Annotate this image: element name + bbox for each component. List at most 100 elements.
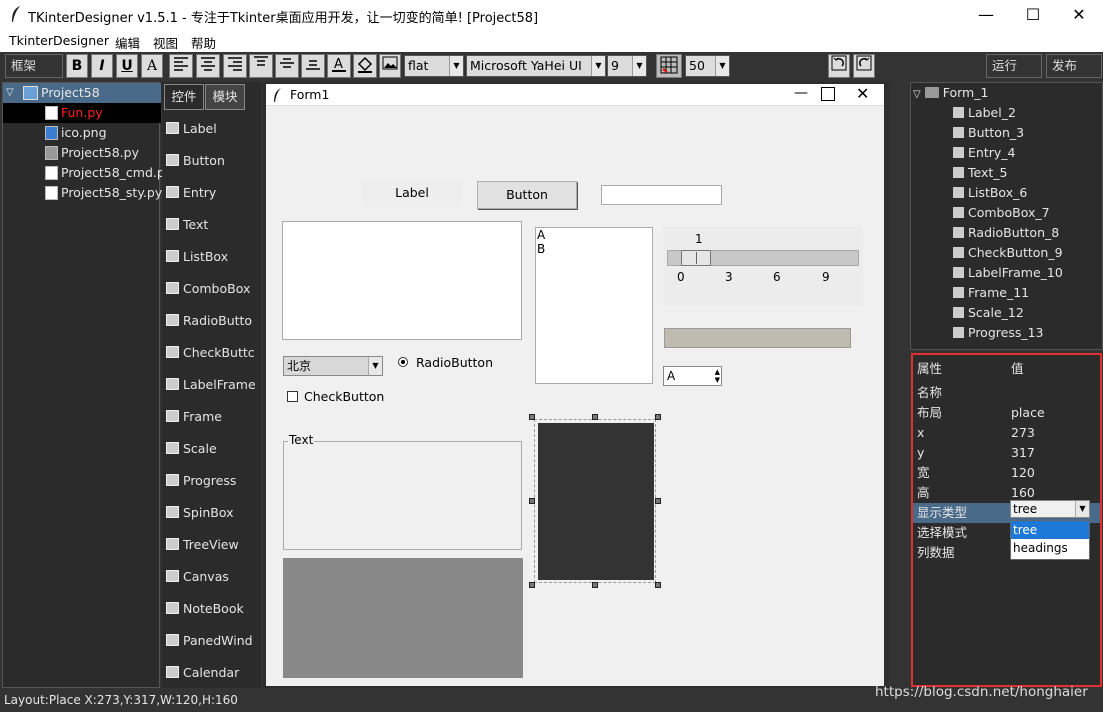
redo-icon[interactable] [853,54,875,78]
control-item[interactable]: PanedWind [166,630,253,652]
undo-icon[interactable] [828,54,850,78]
property-row[interactable]: 布局 place [913,403,1100,423]
property-value[interactable]: 317 [1011,443,1035,463]
control-item[interactable]: ComboBox [166,278,250,300]
resize-handle[interactable] [655,414,661,420]
list-item[interactable]: B [537,242,652,256]
menu-edit[interactable]: 编辑 [115,33,140,52]
form-radiobutton[interactable]: RadioButton [398,355,493,370]
resize-handle[interactable] [592,414,598,420]
property-value[interactable]: 120 [1011,463,1035,483]
valign-top-icon[interactable] [249,54,273,78]
form-spinbox[interactable]: A ▲ ▼ [663,366,722,386]
form-button[interactable]: Button [477,181,577,209]
widget-tree-item[interactable]: Entry_4 [953,143,1015,163]
grid-size-select[interactable]: 50 ▼ [685,55,730,77]
form-combobox[interactable]: 北京 ▼ [283,356,383,376]
tab-modules[interactable]: 模块 [205,84,245,110]
widget-tree-item[interactable]: Text_5 [953,163,1007,183]
control-item[interactable]: ListBox [166,246,228,268]
control-item[interactable]: Entry [166,182,216,204]
control-item[interactable]: RadioButto [166,310,252,332]
property-row[interactable]: x 273 [913,423,1100,443]
underline-button[interactable]: U [116,54,138,78]
form-close-icon[interactable]: ✕ [856,84,869,103]
property-row[interactable]: y 317 [913,443,1100,463]
font-family-select[interactable]: Microsoft YaHei UI ▼ [466,55,606,77]
form-minimize-icon[interactable]: — [794,85,808,101]
property-row[interactable]: 名称 [913,383,1100,403]
control-item[interactable]: Scale [166,438,217,460]
align-left-icon[interactable] [169,54,193,78]
widget-tree-item[interactable]: Frame_11 [953,283,1029,303]
file-item-sty[interactable]: Project58_sty.py [3,183,162,203]
minimize-button[interactable]: — [963,0,1009,30]
dropdown-option[interactable]: tree [1011,521,1089,539]
grid-toggle-icon[interactable] [656,54,682,78]
widget-tree-item[interactable]: Label_2 [953,103,1016,123]
form-listbox[interactable]: A B [535,227,653,384]
display-type-dropdown[interactable]: tree headings [1010,520,1090,560]
display-type-select[interactable]: tree ▼ [1010,500,1090,518]
run-button[interactable]: 运行 [986,54,1042,78]
italic-button[interactable]: I [91,54,113,78]
control-item[interactable]: Text [166,214,208,236]
file-item-project[interactable]: Project58.py [3,143,161,163]
valign-middle-icon[interactable] [275,54,299,78]
valign-bottom-icon[interactable] [301,54,325,78]
font-size-select[interactable]: 9 ▼ [607,55,647,77]
form-labelframe[interactable]: Text [283,433,522,550]
control-item[interactable]: SpinBox [166,502,234,524]
control-item[interactable]: Button [166,150,225,172]
menu-tkinterdesigner[interactable]: TkinterDesigner [9,33,109,48]
widget-tree-root[interactable]: ▽ Form_1 [913,83,988,103]
fill-color-icon[interactable] [353,54,377,78]
property-value[interactable]: 273 [1011,423,1035,443]
maximize-button[interactable]: ☐ [1010,0,1056,30]
project-root[interactable]: ▽ Project58 [3,83,161,103]
widget-tree-item[interactable]: RadioButton_8 [953,223,1059,243]
property-value[interactable]: place [1011,403,1045,423]
file-item-ico[interactable]: ico.png [3,123,161,143]
form-label[interactable]: Label [362,182,462,204]
resize-handle[interactable] [655,582,661,588]
widget-tree-item[interactable]: CheckButton_9 [953,243,1063,263]
close-button[interactable]: ✕ [1056,0,1102,30]
dropdown-option[interactable]: headings [1011,539,1089,557]
resize-handle[interactable] [529,582,535,588]
tab-controls[interactable]: 控件 [164,84,204,110]
control-item[interactable]: Canvas [166,566,229,588]
scale-slider[interactable] [681,250,711,266]
bold-button[interactable]: B [66,54,88,78]
widget-tree-item[interactable]: Scale_12 [953,303,1024,323]
resize-handle[interactable] [529,498,535,504]
form-frame[interactable] [283,558,523,678]
file-item-fun[interactable]: Fun.py [3,103,161,123]
control-item[interactable]: Calendar [166,662,239,684]
resize-handle[interactable] [592,582,598,588]
widget-tree-item[interactable]: ComboBox_7 [953,203,1050,223]
control-item[interactable]: Progress [166,470,236,492]
form-entry[interactable] [601,185,722,205]
image-icon[interactable] [379,54,401,78]
control-item[interactable]: TreeView [166,534,239,556]
control-item[interactable]: NoteBook [166,598,244,620]
list-item[interactable]: A [537,228,652,242]
form-checkbutton[interactable]: CheckButton [287,389,384,404]
form-maximize-icon[interactable] [821,87,835,101]
widget-tree-item[interactable]: Button_3 [953,123,1024,143]
control-item[interactable]: Label [166,118,217,140]
control-item[interactable]: LabelFrame [166,374,256,396]
form-treeview[interactable] [538,423,654,580]
resize-handle[interactable] [529,414,535,420]
spin-arrows-icon[interactable]: ▲ ▼ [715,368,720,384]
form-text[interactable] [282,221,522,340]
relief-select[interactable]: flat ▼ [404,55,464,77]
align-right-icon[interactable] [223,54,247,78]
menu-help[interactable]: 帮助 [191,33,216,52]
form-scale[interactable]: 1 0 3 6 9 [663,227,863,305]
property-row[interactable]: 宽 120 [913,463,1100,483]
resize-handle[interactable] [655,498,661,504]
control-item[interactable]: Frame [166,406,222,428]
align-center-icon[interactable] [196,54,220,78]
